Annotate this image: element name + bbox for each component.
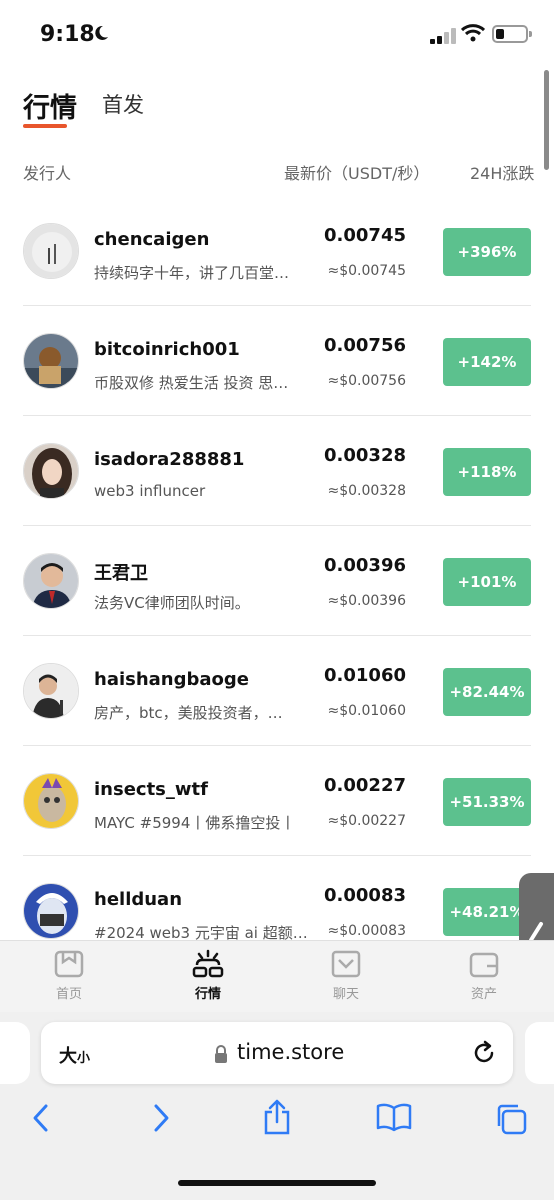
- wifi-icon: [460, 24, 486, 46]
- avatar: [23, 333, 79, 389]
- share-icon[interactable]: [262, 1098, 292, 1140]
- column-header-issuer: 发行人: [23, 164, 72, 183]
- text-size-button[interactable]: 大小: [59, 1042, 90, 1068]
- issuer-description: MAYC #5994丨佛系撸空投丨: [94, 814, 296, 832]
- issuer-name: bitcoinrich001: [94, 339, 240, 360]
- change-badge: +101%: [443, 558, 531, 606]
- latest-price: 0.00396: [324, 555, 406, 576]
- issuer-name: 王君卫: [94, 563, 148, 584]
- change-badge: +82.44%: [443, 668, 531, 716]
- list-item[interactable]: insects_wtf MAYC #5994丨佛系撸空投丨 0.00227 ≈$…: [0, 746, 554, 856]
- latest-price: 0.00745: [324, 225, 406, 246]
- change-badge: +48.21%: [443, 888, 531, 936]
- usd-price: ≈$0.00083: [327, 923, 406, 939]
- latest-price: 0.00083: [324, 885, 406, 906]
- active-tab-indicator: [23, 124, 67, 128]
- tab-assets-label: 资产: [470, 987, 497, 1002]
- usd-price: ≈$0.00328: [327, 483, 406, 499]
- change-badge: +51.33%: [443, 778, 531, 826]
- change-badge: +142%: [443, 338, 531, 386]
- tab-first-launch[interactable]: 首发: [102, 89, 144, 119]
- issuer-description: 币股双修 热爱生活 投资 思…: [94, 374, 289, 392]
- avatar: [23, 443, 79, 499]
- forward-icon[interactable]: [150, 1102, 172, 1138]
- latest-price: 0.01060: [324, 665, 406, 686]
- usd-price: ≈$0.00745: [327, 263, 406, 279]
- column-header-change: 24H涨跌: [470, 164, 535, 183]
- usd-price: ≈$0.01060: [327, 703, 406, 719]
- avatar: [23, 883, 79, 939]
- chat-icon: [331, 950, 361, 978]
- change-badge: +118%: [443, 448, 531, 496]
- latest-price: 0.00227: [324, 775, 406, 796]
- issuer-description: #2024 web3 元宇宙 ai 超额…: [94, 924, 308, 940]
- change-badge: +396%: [443, 228, 531, 276]
- list-item[interactable]: chencaigen 持续码字十年，讲了几百堂… 0.00745 ≈$0.007…: [0, 196, 554, 306]
- back-icon[interactable]: [30, 1102, 52, 1138]
- list-item[interactable]: bitcoinrich001 币股双修 热爱生活 投资 思… 0.00756 ≈…: [0, 306, 554, 416]
- text-size-big: 大: [59, 1046, 77, 1067]
- status-bar: 9:18: [0, 0, 554, 70]
- tab-market-label: 行情: [194, 987, 221, 1002]
- list-item[interactable]: haishangbaoge 房产，btc，美股投资者，… 0.01060 ≈$0…: [0, 636, 554, 746]
- issuer-description: 房产，btc，美股投资者，…: [94, 704, 283, 722]
- scroll-indicator: [544, 70, 549, 170]
- issuer-name: chencaigen: [94, 229, 210, 250]
- market-icon: [192, 949, 224, 978]
- list-item[interactable]: isadora288881 web3 influncer 0.00328 ≈$0…: [0, 416, 554, 526]
- usd-price: ≈$0.00227: [327, 813, 406, 829]
- home-icon: [54, 950, 84, 978]
- wallet-icon: [469, 952, 499, 978]
- issuer-name: haishangbaoge: [94, 669, 249, 690]
- issuer-description: 法务VC律师团队时间。: [94, 594, 250, 612]
- tab-chat-label: 聊天: [332, 987, 359, 1002]
- list-item[interactable]: hellduan #2024 web3 元宇宙 ai 超额… 0.00083 ≈…: [0, 856, 554, 940]
- issuer-description: web3 influncer: [94, 482, 206, 500]
- tab-home[interactable]: 首页: [29, 949, 109, 1002]
- latest-price: 0.00756: [324, 335, 406, 356]
- avatar: [23, 553, 79, 609]
- moon-icon: [92, 24, 110, 47]
- address-bar[interactable]: 大小 time.store: [41, 1022, 513, 1084]
- signal-icon: [430, 28, 456, 44]
- next-tab-card[interactable]: [525, 1022, 554, 1084]
- avatar: [23, 663, 79, 719]
- status-time: 9:18: [40, 22, 95, 47]
- avatar: [23, 223, 79, 279]
- avatar: [23, 773, 79, 829]
- bookmarks-icon[interactable]: [376, 1102, 412, 1136]
- list-item[interactable]: 王君卫 法务VC律师团队时间。 0.00396 ≈$0.00396 +101%: [0, 526, 554, 636]
- tab-assets[interactable]: 资产: [444, 949, 524, 1002]
- issuer-name: isadora288881: [94, 449, 245, 470]
- home-indicator: [178, 1180, 376, 1186]
- tab-chat[interactable]: 聊天: [306, 949, 386, 1002]
- issuer-description: 持续码字十年，讲了几百堂…: [94, 264, 290, 282]
- issuer-name: hellduan: [94, 889, 183, 910]
- url-text: time.store: [237, 1040, 345, 1064]
- tab-market[interactable]: 行情: [23, 86, 77, 125]
- tab-market-bottom[interactable]: 行情: [168, 949, 248, 1002]
- reload-icon[interactable]: [471, 1040, 497, 1070]
- text-size-small: 小: [77, 1051, 91, 1066]
- latest-price: 0.00328: [324, 445, 406, 466]
- usd-price: ≈$0.00396: [327, 593, 406, 609]
- tabs-icon[interactable]: [494, 1102, 528, 1140]
- bottom-tab-bar: 首页 行情 聊天 资产: [0, 940, 554, 1012]
- battery-icon: [492, 25, 532, 43]
- issuer-name: insects_wtf: [94, 779, 208, 800]
- browser-chrome: 大小 time.store: [0, 1012, 554, 1200]
- lock-icon: [213, 1044, 229, 1068]
- previous-tab-card[interactable]: [0, 1022, 30, 1084]
- market-list: chencaigen 持续码字十年，讲了几百堂… 0.00745 ≈$0.007…: [0, 196, 554, 940]
- tab-home-label: 首页: [55, 987, 82, 1002]
- column-header-price: 最新价（USDT/秒）: [284, 164, 430, 183]
- usd-price: ≈$0.00756: [327, 373, 406, 389]
